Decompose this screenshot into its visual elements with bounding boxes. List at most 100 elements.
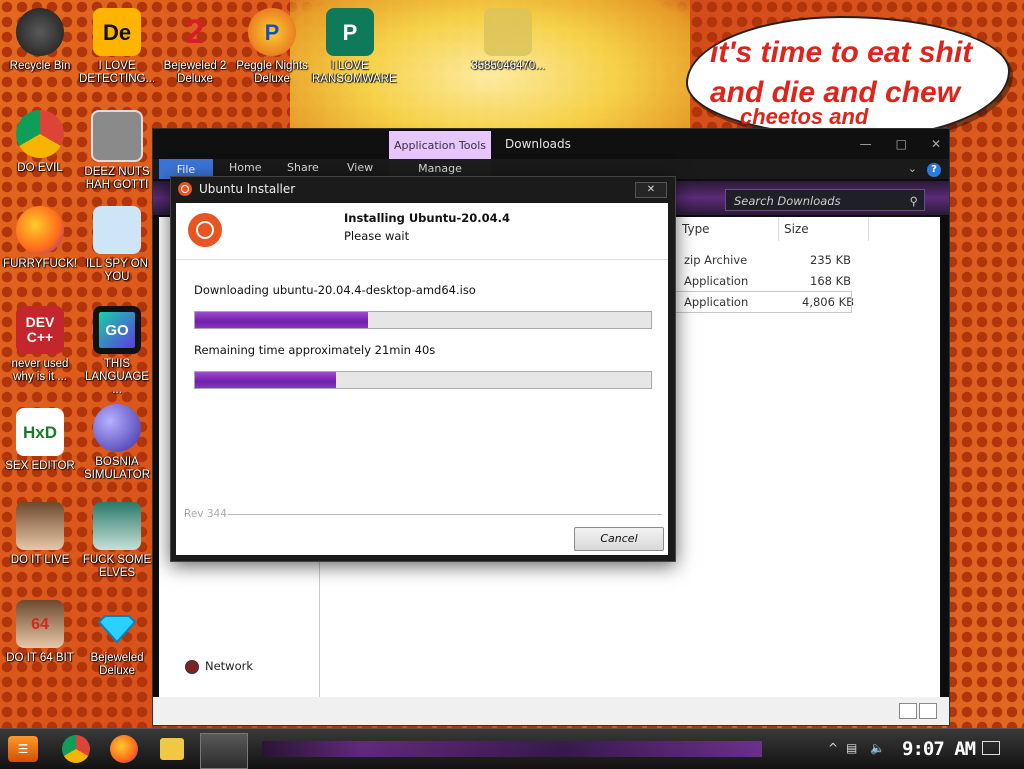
- close-button[interactable]: ✕: [635, 182, 667, 198]
- goland-icon: GO: [93, 306, 141, 354]
- installer-heading: Installing Ubuntu-20.04.4: [344, 211, 510, 225]
- notification-icon[interactable]: [982, 741, 1000, 755]
- chrome-icon[interactable]: [62, 735, 90, 763]
- desktop-icon-label: Peggle Nights Deluxe: [236, 60, 308, 85]
- close-icon[interactable]: ✕: [931, 137, 941, 151]
- desktop-icon-image-file[interactable]: 3585046470...: [468, 8, 548, 73]
- row-type: Application: [684, 274, 749, 288]
- volume-icon[interactable]: 🔈: [870, 741, 885, 755]
- desktop-icon-recycle-bin[interactable]: Recycle Bin: [2, 8, 78, 73]
- tab-share[interactable]: Share: [287, 161, 319, 174]
- desktop-icon-ransomware[interactable]: P I LOVE RANSOMWARE: [312, 8, 397, 86]
- row-size: 235 KB: [810, 253, 852, 267]
- desktop-icon-do-it-live[interactable]: DO IT LIVE: [2, 502, 78, 567]
- desktop-icon-label: I LOVE DETECTING...: [79, 60, 156, 85]
- taskbar: ☰ ^ ▤ 🔈 9:07 AM: [0, 728, 1024, 769]
- taskbar-active-window[interactable]: [200, 733, 248, 769]
- nav-item-network-label: Network: [205, 659, 254, 673]
- overall-progress-fill: [195, 372, 337, 388]
- application-tools-tab[interactable]: Application Tools: [389, 131, 491, 159]
- desktop-icon-spy[interactable]: ILL SPY ON YOU: [79, 206, 155, 284]
- ubuntu-logo-icon: [188, 213, 222, 247]
- explorer-title: Downloads: [505, 137, 571, 151]
- peggle-icon: P: [248, 8, 296, 56]
- column-header-type[interactable]: Type: [676, 217, 779, 241]
- minimize-icon[interactable]: —: [860, 137, 872, 151]
- row-type: zip Archive: [684, 253, 748, 267]
- start-button[interactable]: ☰: [8, 736, 38, 762]
- tray-chevron-icon[interactable]: ^: [828, 741, 838, 755]
- desktop-icon-deez[interactable]: DEEZ NUTS HAH GOTTI: [79, 110, 155, 192]
- cancel-button[interactable]: Cancel: [574, 527, 664, 551]
- installer-dialog: Ubuntu Installer ✕ Installing Ubuntu-20.…: [170, 176, 676, 562]
- spy-tool-icon: [93, 206, 141, 254]
- desktop-icon-detecting[interactable]: De I LOVE DETECTING...: [79, 8, 155, 86]
- windows-stack-icon: [91, 110, 143, 162]
- bejeweled-2-icon: 2: [185, 12, 205, 51]
- desktop-icon-furryfuck[interactable]: FURRYFUCK!: [2, 206, 78, 271]
- desktop-icon-do-evil[interactable]: DO EVIL: [2, 110, 78, 175]
- window-controls: — □ ✕: [860, 137, 941, 151]
- desktop-icon-goland[interactable]: GO THIS LANGUAGE ...: [79, 306, 155, 397]
- remaining-time-text: Remaining time approximately 21min 40s: [194, 343, 436, 357]
- mine-icon: [93, 404, 141, 452]
- nav-item-network[interactable]: Network: [185, 659, 253, 674]
- chrome-icon: [16, 110, 64, 158]
- desktop-icon-label: 3585046470...: [471, 60, 545, 72]
- desktop-icon-bejeweled-2[interactable]: 2 Bejeweled 2 Deluxe: [157, 8, 233, 86]
- column-header-size[interactable]: Size: [778, 217, 869, 241]
- search-input[interactable]: Search Downloads ⚲: [725, 189, 925, 211]
- chevron-down-icon[interactable]: ⌄: [908, 162, 917, 175]
- desktop-icon-bejeweled[interactable]: Bejeweled Deluxe: [79, 600, 155, 678]
- network-icon: [185, 659, 199, 674]
- tab-manage[interactable]: Manage: [389, 159, 491, 177]
- help-icon[interactable]: ?: [927, 163, 941, 177]
- tab-home[interactable]: Home: [229, 161, 261, 174]
- desktop-icon-elves[interactable]: FUCK SOME ELVES: [79, 502, 155, 580]
- desktop-icon-label: never used why is it ...: [11, 358, 69, 383]
- installer-body: Installing Ubuntu-20.04.4 Please wait Do…: [176, 203, 668, 555]
- installer-titlebar[interactable]: Ubuntu Installer ✕: [171, 177, 675, 203]
- desktop-icon-label: FUCK SOME ELVES: [82, 554, 152, 579]
- desktop-icon-label: Bejeweled 2 Deluxe: [163, 60, 227, 85]
- desktop-icon-label: Recycle Bin: [9, 60, 71, 72]
- desktop-icon-do-it-64[interactable]: 64 DO IT 64 BIT: [2, 600, 78, 665]
- desktop-icon-devcpp[interactable]: DEV C++ never used why is it ...: [2, 306, 78, 384]
- file-explorer-icon[interactable]: [160, 738, 184, 760]
- large-icons-view-icon[interactable]: [919, 703, 937, 719]
- firefox-icon: [16, 206, 64, 254]
- desktop-icon-label: DO IT 64 BIT: [6, 652, 74, 664]
- desktop-icon-label: FURRYFUCK!: [3, 258, 77, 270]
- recycle-bin-icon: [16, 8, 64, 56]
- clock[interactable]: 9:07 AM: [902, 738, 976, 760]
- desktop-icon-label: I LOVE RANSOMWARE: [312, 60, 397, 85]
- search-placeholder: Search Downloads: [734, 194, 841, 208]
- publisher-icon: P: [326, 8, 374, 56]
- desktop-icon-label: BOSNIA SIMULATOR: [83, 456, 151, 481]
- detecting-app-icon: De: [93, 8, 141, 56]
- portrait-icon: [16, 502, 64, 550]
- network-icon[interactable]: ▤: [846, 741, 857, 755]
- desktop-icon-label: DO EVIL: [17, 162, 63, 174]
- maximize-icon[interactable]: □: [896, 137, 907, 151]
- row-size: 168 KB: [810, 274, 852, 288]
- desktop-icon-hxd[interactable]: HxD SEX EDITOR: [2, 408, 78, 473]
- tab-view[interactable]: View: [347, 161, 373, 174]
- portrait-64-icon: 64: [16, 600, 64, 648]
- download-status-text: Downloading ubuntu-20.04.4-desktop-amd64…: [194, 283, 476, 297]
- firefox-icon[interactable]: [110, 735, 138, 763]
- speech-line-3: cheetos and: [740, 104, 869, 129]
- details-view-icon[interactable]: [899, 703, 917, 719]
- ubuntu-small-icon: [178, 182, 192, 196]
- installer-title: Ubuntu Installer: [199, 182, 296, 196]
- divider: [228, 514, 662, 515]
- devcpp-icon: DEV C++: [16, 306, 64, 354]
- santa-icon: [93, 502, 141, 550]
- installer-header: Installing Ubuntu-20.04.4 Please wait: [176, 203, 668, 260]
- desktop-icon-label: SEX EDITOR: [5, 460, 75, 472]
- selection-outline: [672, 291, 852, 313]
- download-progress-fill: [195, 312, 369, 328]
- desktop-icon-bosnia[interactable]: BOSNIA SIMULATOR: [79, 404, 155, 482]
- desktop-icon-peggle[interactable]: P Peggle Nights Deluxe: [234, 8, 310, 86]
- hxd-icon: HxD: [16, 408, 64, 456]
